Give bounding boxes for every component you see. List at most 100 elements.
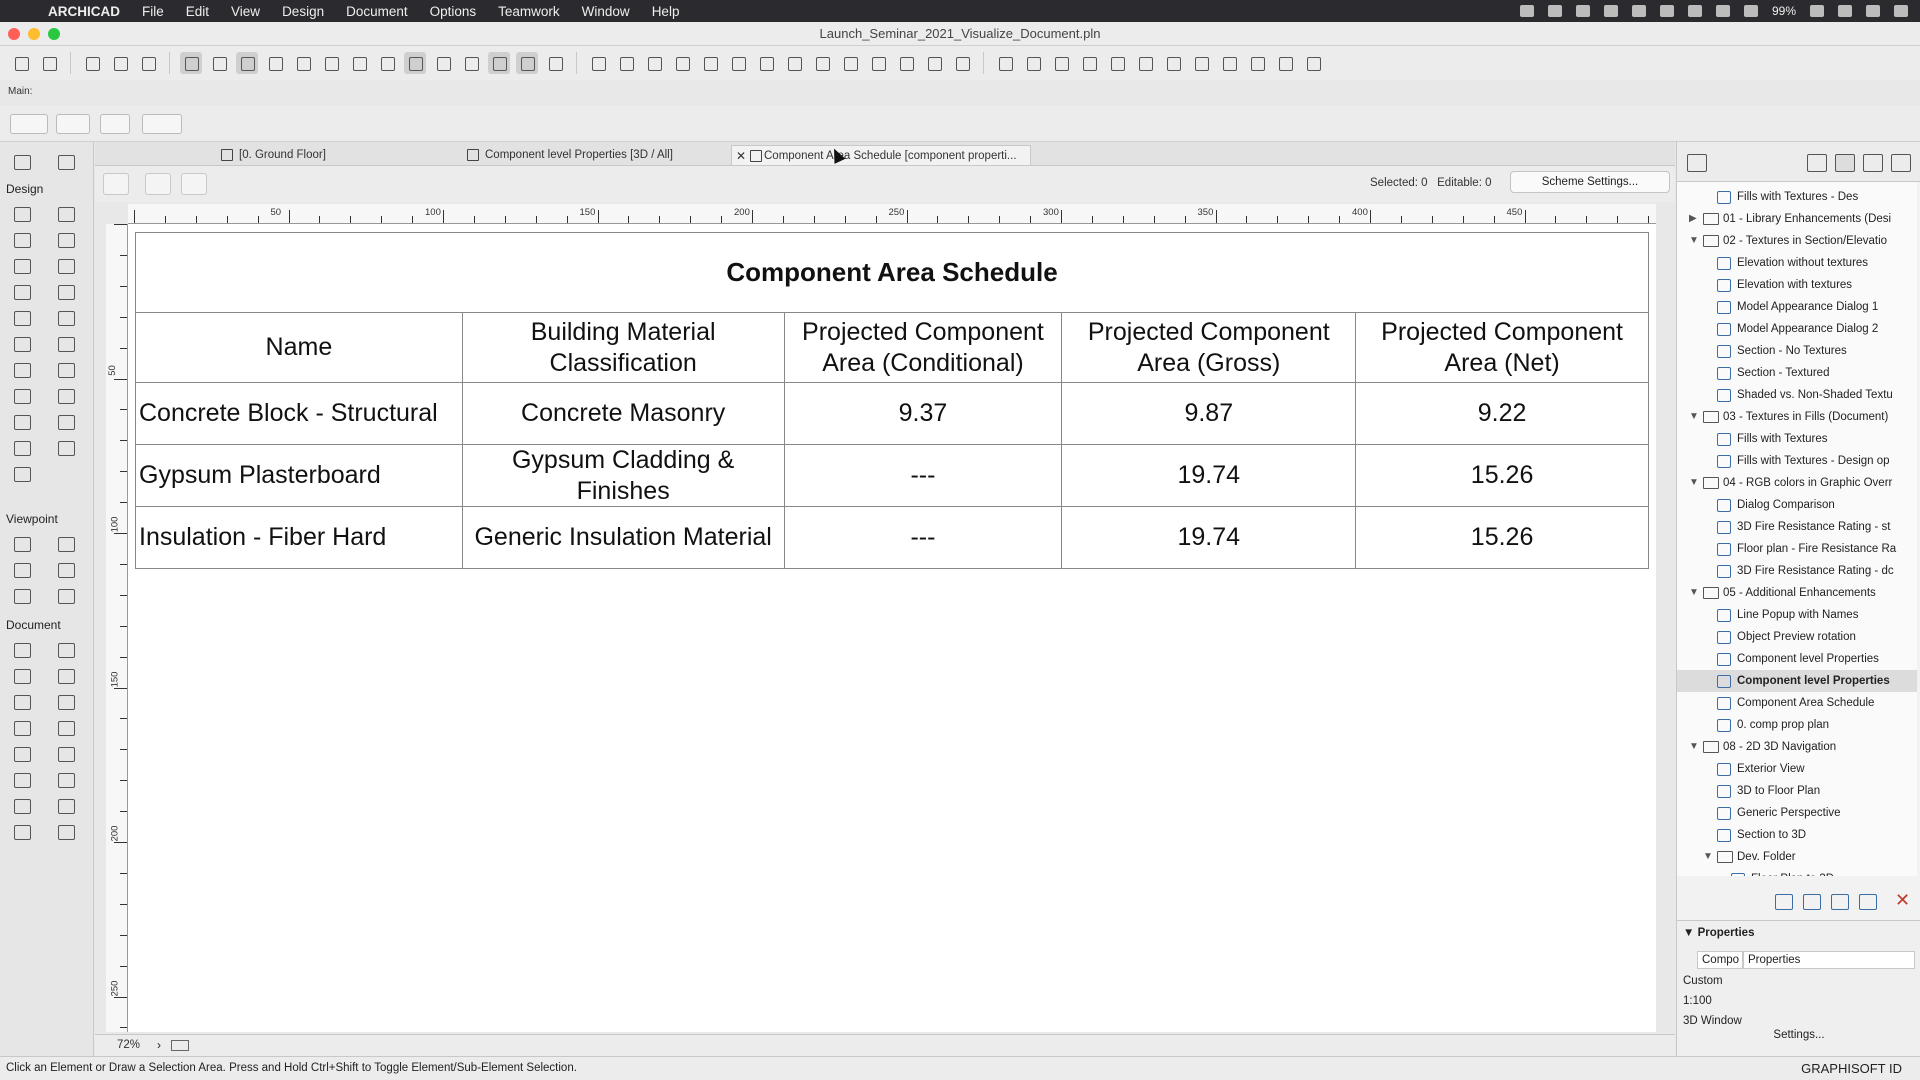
cell-area-gross[interactable]: 19.74 <box>1061 444 1357 507</box>
navigator-view-item[interactable]: Section - Textured <box>1677 362 1917 384</box>
marker-icon[interactable] <box>811 52 833 74</box>
navigator-view-item[interactable]: Component level Properties <box>1677 648 1917 670</box>
header-name[interactable]: Name <box>135 312 463 383</box>
line-tool-icon[interactable] <box>55 744 77 764</box>
object-tool-icon[interactable] <box>55 360 77 380</box>
parallel-icon[interactable] <box>320 52 342 74</box>
tab-overview-icon[interactable] <box>99 145 119 165</box>
worksheet-tool-icon[interactable] <box>55 560 77 580</box>
beam-tool-icon[interactable] <box>11 230 33 250</box>
search-icon[interactable] <box>1866 5 1880 17</box>
relative-construction-icon[interactable] <box>292 52 314 74</box>
grid-icon[interactable] <box>432 52 454 74</box>
elevation-tool-icon[interactable] <box>55 534 77 554</box>
dimension-icon[interactable] <box>1246 52 1268 74</box>
battery-icon[interactable] <box>1810 5 1824 17</box>
undo-icon[interactable] <box>10 52 32 74</box>
settings-gear-icon[interactable] <box>103 173 129 195</box>
rotate-icon[interactable] <box>100 114 130 134</box>
collapse-triangle-icon[interactable]: ▼ <box>1689 736 1699 758</box>
railing-icon[interactable] <box>1134 52 1156 74</box>
security-icon[interactable] <box>1603 5 1618 17</box>
menu-window[interactable]: Window <box>582 4 630 19</box>
collapse-triangle-icon[interactable]: ▼ <box>1689 582 1699 604</box>
grid-element-tool-icon[interactable] <box>55 718 77 738</box>
navigator-view-item[interactable]: Model Appearance Dialog 1 <box>1677 296 1917 318</box>
app-menu[interactable]: ARCHICAD <box>48 4 120 19</box>
cell-classification[interactable]: Concrete Masonry <box>461 382 785 445</box>
zoom-value[interactable]: 72% <box>117 1039 140 1051</box>
navigator-popup-icon[interactable] <box>1687 154 1707 172</box>
door-tool-icon[interactable] <box>55 308 77 328</box>
document-header[interactable]: Document <box>6 618 61 632</box>
snap-guides-icon[interactable] <box>180 52 202 74</box>
curtain-wall-tool-icon[interactable] <box>11 308 33 328</box>
dimension-tool-icon[interactable] <box>11 640 33 660</box>
zoom-arrow-icon[interactable]: › <box>157 1038 161 1052</box>
display-icon[interactable] <box>1715 5 1730 17</box>
cell-name[interactable]: Gypsum Plasterboard <box>135 444 463 507</box>
user-icon[interactable] <box>1838 5 1852 17</box>
interior-elevation-tool-icon[interactable] <box>11 560 33 580</box>
selection-icon[interactable] <box>488 52 510 74</box>
slab-icon[interactable] <box>1218 52 1240 74</box>
settings-button[interactable]: Settings... <box>1677 1029 1920 1041</box>
menu-view[interactable]: View <box>231 4 260 19</box>
navigator-view-item[interactable]: Fills with Textures - Des <box>1677 186 1917 208</box>
close-tab-icon[interactable]: ✕ <box>736 146 746 166</box>
views-icon[interactable] <box>895 52 917 74</box>
window-tool-icon[interactable] <box>11 334 33 354</box>
navigator-view-item[interactable]: Elevation without textures <box>1677 252 1917 274</box>
roof-tool-icon[interactable] <box>11 256 33 276</box>
marquee-tool-icon[interactable] <box>55 152 77 172</box>
cell-area-conditional[interactable]: 9.37 <box>783 382 1063 445</box>
cloud-sync-icon[interactable] <box>1575 5 1590 17</box>
check-icon[interactable] <box>994 52 1016 74</box>
navigator-view-item[interactable]: 3D to Floor Plan <box>1677 780 1917 802</box>
fill-tool-icon[interactable] <box>11 744 33 764</box>
skylight-tool-icon[interactable] <box>55 334 77 354</box>
creative-cloud-icon[interactable] <box>1519 5 1534 17</box>
menu-teamwork[interactable]: Teamwork <box>498 4 560 19</box>
table-row[interactable]: Gypsum Plasterboard Gypsum Cladding & Fi… <box>135 444 1649 507</box>
navigator-folder[interactable]: ▼ 02 - Textures in Section/Elevatio <box>1677 230 1917 252</box>
cell-area-gross[interactable]: 9.87 <box>1061 382 1357 445</box>
control-center-icon[interactable] <box>1894 5 1908 17</box>
navigator-folder[interactable]: ▼ Dev. Folder <box>1677 846 1917 868</box>
new-view-icon[interactable] <box>1775 894 1793 910</box>
shell-tool-icon[interactable] <box>55 256 77 276</box>
pointer-dropdown[interactable] <box>142 114 182 134</box>
spline-tool-icon[interactable] <box>11 796 33 816</box>
collapse-triangle-icon[interactable]: ▼ <box>1689 230 1699 252</box>
document-tool-icon[interactable] <box>11 464 33 484</box>
graphisoft-id[interactable]: GRAPHISOFT ID <box>1801 1061 1902 1076</box>
grid-icon[interactable] <box>1631 5 1646 17</box>
grid-snap-icon[interactable] <box>264 52 286 74</box>
tab-component-properties[interactable]: Component level Properties [3D / All] <box>465 145 705 165</box>
delete-icon[interactable]: ✕ <box>1895 890 1910 911</box>
view-id-field[interactable]: Compo <box>1697 951 1743 969</box>
lamp-tool-icon[interactable] <box>55 412 77 432</box>
cursor-snap-icon[interactable] <box>236 52 258 74</box>
cell-name[interactable]: Insulation - Fiber Hard <box>135 506 463 569</box>
navigator-view-item[interactable]: Component Area Schedule <box>1677 692 1917 714</box>
marker-tool-icon[interactable] <box>11 718 33 738</box>
opening-tool-icon[interactable] <box>11 360 33 380</box>
navigator-view-item[interactable]: Section to 3D <box>1677 824 1917 846</box>
railing-tool-icon[interactable] <box>55 282 77 302</box>
drawing-tool-icon[interactable] <box>55 822 77 842</box>
text-tool-icon[interactable] <box>11 692 33 712</box>
navigator-view-item[interactable]: Floor Plan to 3D <box>1677 868 1917 876</box>
navigator-view-item[interactable]: Component level Properties <box>1677 670 1917 692</box>
mesh-tool-icon[interactable] <box>11 386 33 406</box>
clone-folder-icon[interactable] <box>1859 894 1877 910</box>
save-view-icon[interactable] <box>1803 894 1821 910</box>
layers-icon[interactable] <box>867 52 889 74</box>
flag-icon[interactable] <box>783 52 805 74</box>
circle-tool-icon[interactable] <box>11 770 33 790</box>
change-tool-icon[interactable] <box>55 586 77 606</box>
cloud-icon[interactable] <box>1547 5 1562 17</box>
navigator-folder[interactable]: ▼ 05 - Additional Enhancements <box>1677 582 1917 604</box>
new-folder-icon[interactable] <box>1831 894 1849 910</box>
collapse-triangle-icon[interactable]: ▼ <box>1689 472 1699 494</box>
